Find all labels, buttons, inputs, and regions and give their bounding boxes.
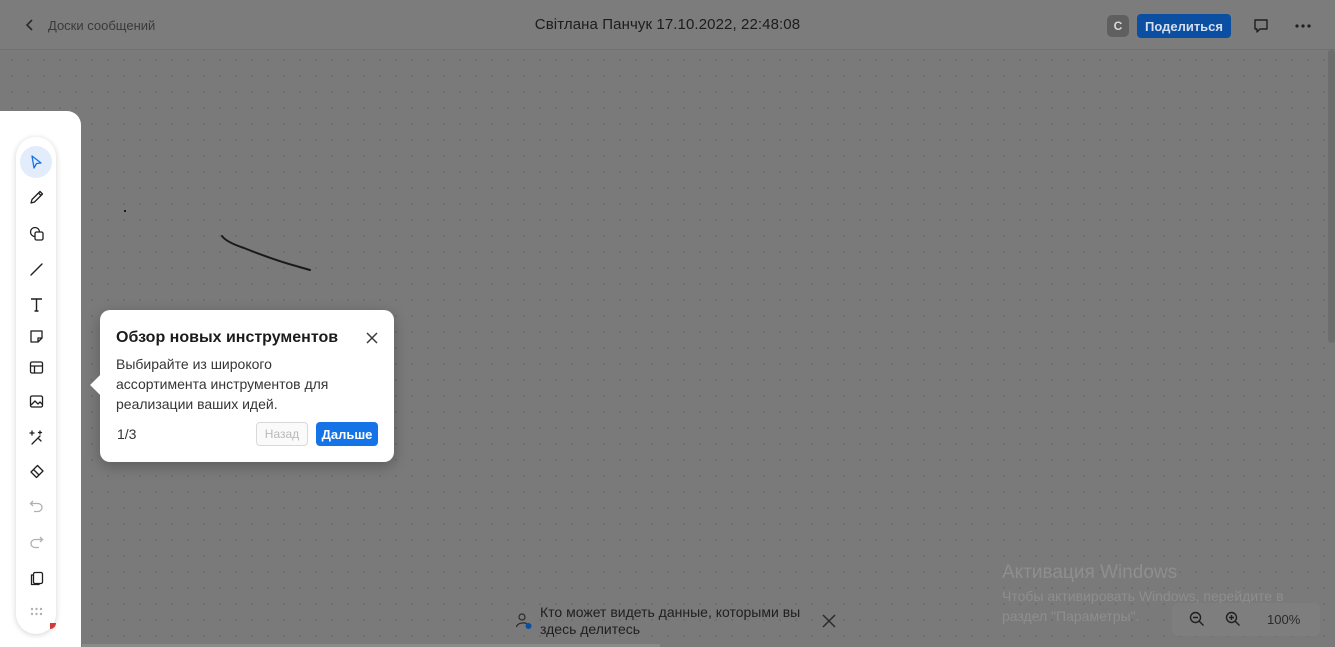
more-options-button[interactable] xyxy=(1289,12,1317,40)
top-bar: Доски сообщений Світлана Панчук 17.10.20… xyxy=(0,0,1335,50)
privacy-notice: Кто может видеть данные, которыми вы зде… xyxy=(512,603,842,639)
popover-back-button[interactable]: Назад xyxy=(256,422,308,446)
zoom-controls: 100% xyxy=(1172,603,1320,636)
windows-activation-title: Активация Windows xyxy=(1002,562,1178,583)
zoom-in-icon[interactable] xyxy=(1224,610,1242,628)
popover-next-button[interactable]: Дальше xyxy=(316,422,378,446)
tools-tour-popover: Обзор новых инструментов Выбирайте из ши… xyxy=(90,310,394,462)
template-layout-icon xyxy=(29,360,43,374)
popover-arrow xyxy=(90,375,110,395)
avatar[interactable]: С xyxy=(1106,15,1129,37)
cursor-arrow-icon xyxy=(30,154,42,169)
template-tool[interactable] xyxy=(20,351,52,383)
sticky-note-icon xyxy=(29,329,43,343)
image-tool[interactable] xyxy=(20,385,52,417)
redo-icon xyxy=(29,536,43,548)
canvas-ink-dot[interactable] xyxy=(124,210,126,212)
more-tools[interactable] xyxy=(20,595,52,627)
popover-step-counter: 1/3 xyxy=(117,426,137,442)
shapes-icon xyxy=(29,226,44,241)
sparkle-wand-icon xyxy=(28,429,42,445)
eraser-icon xyxy=(29,464,44,478)
privacy-notice-text[interactable]: Кто может видеть данные, которыми вы зде… xyxy=(540,604,810,638)
share-button[interactable]: Поделиться xyxy=(1136,14,1231,38)
canvas-ink-stroke[interactable] xyxy=(214,228,318,274)
more-horizontal-icon xyxy=(1295,24,1311,28)
line-icon xyxy=(29,262,43,276)
vertical-scrollbar[interactable] xyxy=(1328,50,1335,343)
shapes-tool[interactable] xyxy=(20,217,52,249)
popover-body: Выбирайте из широкого ассортимента инстр… xyxy=(116,356,329,412)
close-icon[interactable] xyxy=(821,613,837,629)
zoom-level[interactable]: 100% xyxy=(1267,612,1300,627)
comments-button[interactable] xyxy=(1247,12,1275,40)
note-tool[interactable] xyxy=(20,320,52,352)
line-tool[interactable] xyxy=(20,253,52,285)
copy-layers-icon xyxy=(30,571,43,585)
popover-title: Обзор новых инструментов xyxy=(116,329,339,346)
pencil-icon xyxy=(29,190,43,204)
undo-icon xyxy=(29,500,43,512)
close-icon[interactable] xyxy=(364,330,380,346)
comment-icon xyxy=(1254,19,1268,33)
pen-tool[interactable] xyxy=(20,181,52,213)
drawing-toolbar xyxy=(16,137,56,634)
image-icon xyxy=(29,394,43,408)
redo-tool[interactable] xyxy=(20,525,52,557)
copy-tool[interactable] xyxy=(20,562,52,594)
text-tool[interactable] xyxy=(20,288,52,320)
text-t-icon xyxy=(30,297,42,312)
user-privacy-icon xyxy=(515,613,532,629)
eraser-tool[interactable] xyxy=(20,455,52,487)
select-tool[interactable] xyxy=(20,146,52,178)
zoom-out-icon[interactable] xyxy=(1188,610,1206,628)
grid-dots-icon xyxy=(30,607,42,615)
ai-tool[interactable] xyxy=(20,421,52,453)
undo-tool[interactable] xyxy=(20,489,52,521)
